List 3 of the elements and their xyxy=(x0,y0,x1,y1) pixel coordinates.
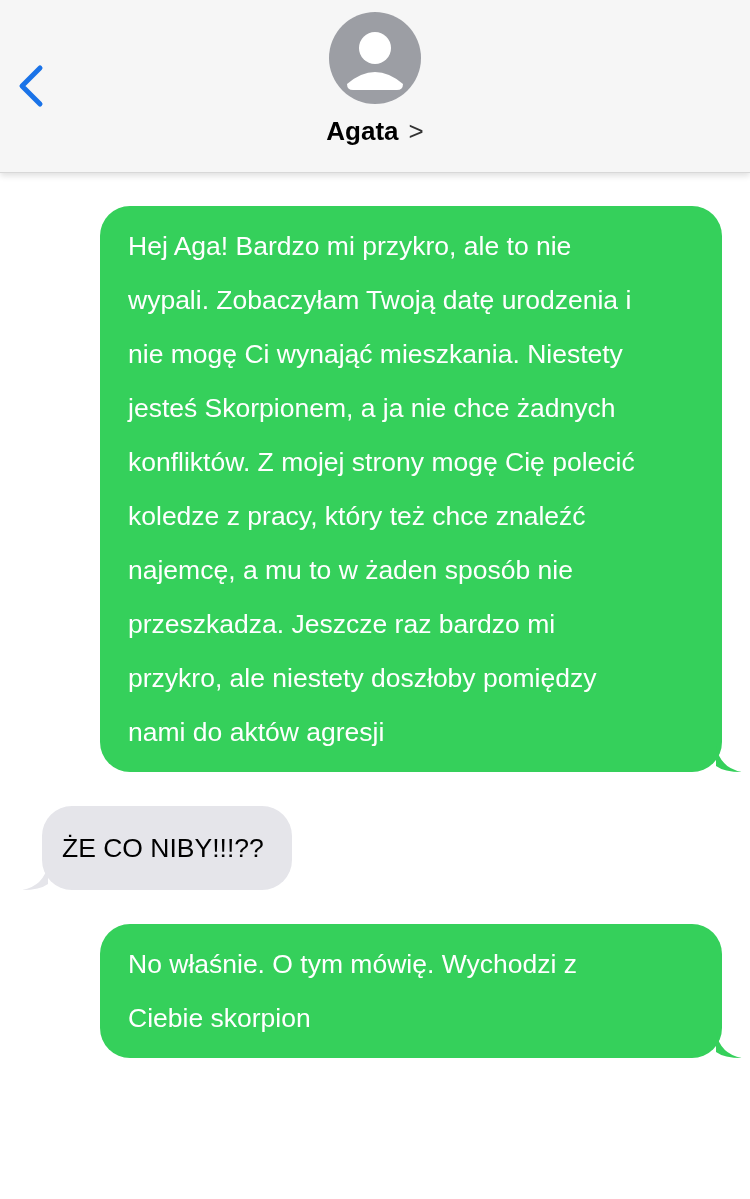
chevron-icon[interactable]: > xyxy=(408,116,424,147)
avatar-icon[interactable] xyxy=(329,12,421,104)
contact-name[interactable]: Agata xyxy=(326,116,399,147)
